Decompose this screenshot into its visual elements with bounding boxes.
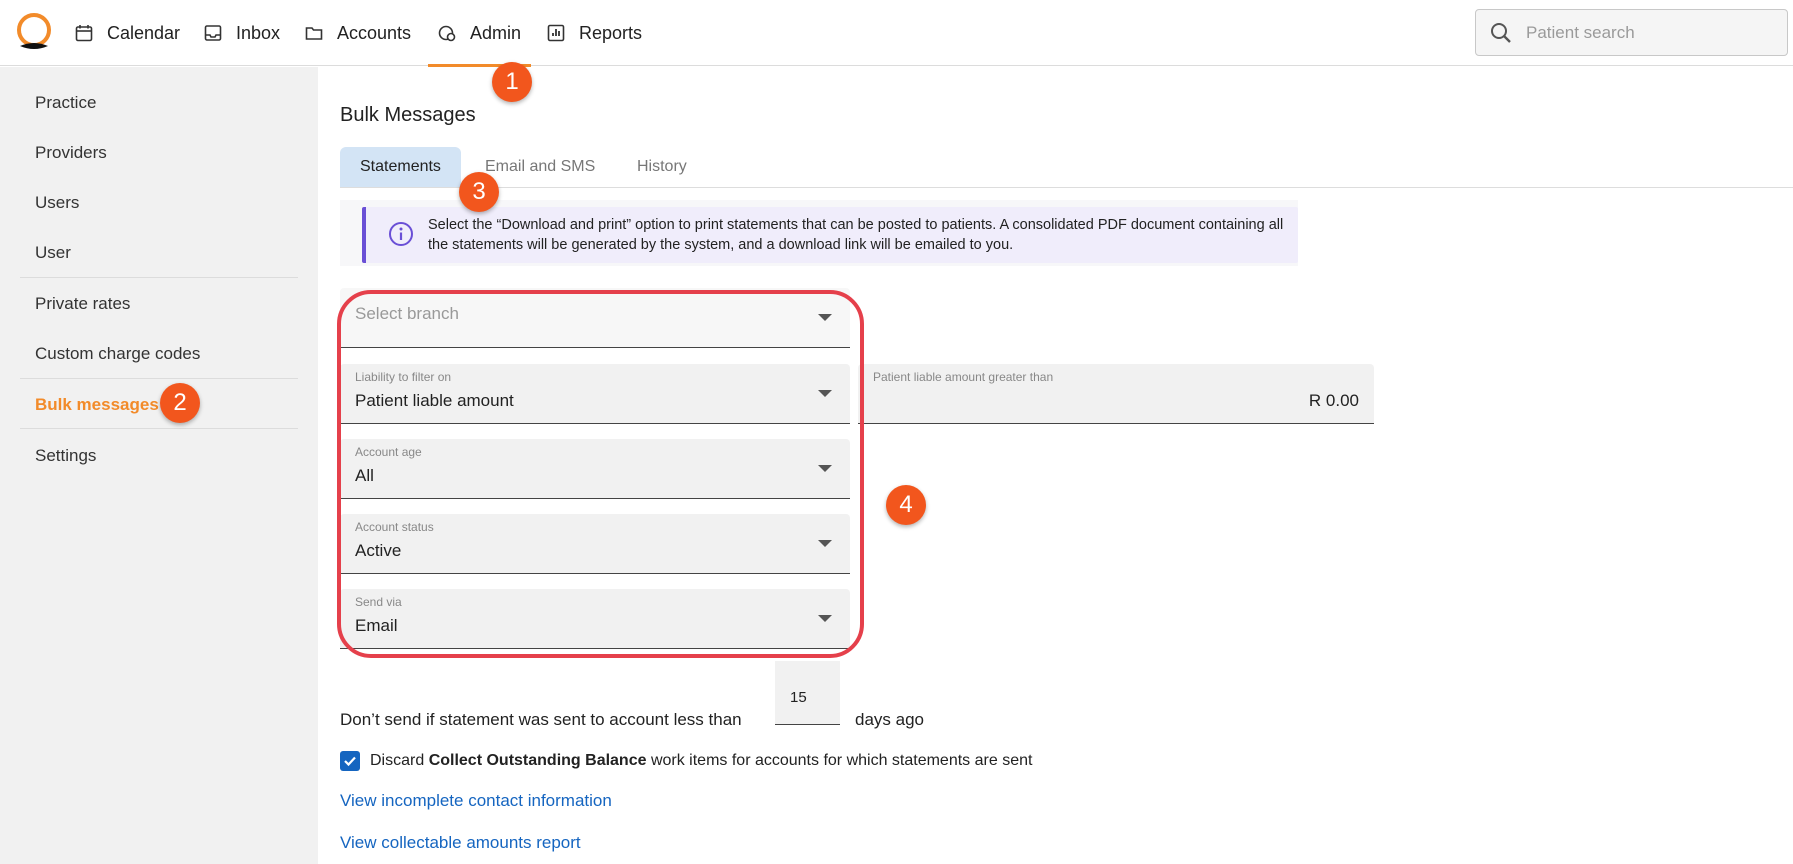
discard-row: Discard Collect Outstanding Balance work… — [340, 751, 1032, 771]
days-prefix: Don’t send if statement was sent to acco… — [340, 710, 742, 729]
inbox-icon — [204, 25, 222, 41]
info-text: Select the “Download and print” option t… — [428, 217, 1284, 253]
liable-amount-value[interactable]: R 0.00 — [1309, 391, 1359, 411]
check-icon — [344, 756, 356, 767]
sidebar-item-practice[interactable]: Practice — [35, 93, 96, 113]
discard-text-bold: Collect Outstanding Balance — [428, 752, 647, 769]
nav-accounts[interactable]: Accounts — [305, 0, 411, 66]
patient-search[interactable] — [1475, 9, 1788, 56]
highlight-frame — [337, 290, 864, 658]
nav-reports[interactable]: Reports — [547, 0, 642, 66]
nav-calendar-label: Calendar — [107, 22, 181, 43]
tabs-divider — [340, 187, 1793, 188]
sidebar-item-user[interactable]: User — [35, 243, 71, 263]
sidebar-item-providers[interactable]: Providers — [35, 143, 107, 163]
sidebar-divider — [20, 277, 298, 278]
nav-admin[interactable]: Admin — [427, 0, 532, 67]
days-input[interactable]: 15 — [775, 661, 840, 725]
annotation-badge-2: 2 — [160, 383, 200, 423]
logo-icon[interactable] — [14, 12, 54, 52]
admin-icon — [438, 25, 456, 42]
annotation-badge-3: 3 — [459, 172, 499, 212]
top-bar: Calendar Inbox Accounts Admin Reports — [0, 0, 1793, 67]
tab-statements[interactable]: Statements — [340, 147, 461, 187]
discard-text-after: work items for accounts for which statem… — [646, 752, 1033, 769]
nav-inbox-label: Inbox — [236, 22, 281, 43]
info-banner: Select the “Download and print” option t… — [362, 207, 1298, 263]
days-suffix: days ago — [855, 710, 924, 729]
sidebar-item-users[interactable]: Users — [35, 193, 79, 213]
patient-search-input[interactable] — [1526, 22, 1766, 43]
info-icon — [389, 222, 413, 246]
nav-reports-label: Reports — [579, 22, 643, 43]
sidebar: Practice Providers Users User Private ra… — [0, 67, 318, 864]
nav-inbox[interactable]: Inbox — [204, 0, 280, 66]
sidebar-item-bulk-messages[interactable]: Bulk messages — [35, 395, 159, 415]
sidebar-item-settings[interactable]: Settings — [35, 446, 96, 466]
page-title: Bulk Messages — [340, 104, 476, 126]
sidebar-divider — [20, 378, 298, 379]
view-incomplete-contact-link[interactable]: View incomplete contact information — [340, 791, 612, 811]
tab-history[interactable]: History — [617, 147, 707, 187]
calendar-icon — [75, 25, 93, 42]
nav-accounts-label: Accounts — [337, 22, 412, 43]
annotation-badge-4: 4 — [886, 485, 926, 525]
nav-calendar[interactable]: Calendar — [75, 0, 180, 66]
discard-checkbox[interactable] — [340, 751, 360, 771]
nav-admin-label: Admin — [470, 22, 522, 43]
liable-amount-input[interactable]: Patient liable amount greater than R 0.0… — [858, 364, 1374, 424]
reports-icon — [547, 24, 565, 42]
view-collectable-amounts-link[interactable]: View collectable amounts report — [340, 833, 581, 853]
liable-amount-label: Patient liable amount greater than — [873, 370, 1054, 384]
discard-text-before: Discard — [370, 752, 429, 769]
search-icon — [1491, 22, 1511, 43]
folder-icon — [305, 27, 323, 40]
sidebar-item-custom-charge-codes[interactable]: Custom charge codes — [35, 344, 200, 364]
annotation-badge-1: 1 — [492, 62, 532, 102]
sidebar-item-private-rates[interactable]: Private rates — [35, 294, 130, 314]
sidebar-divider — [20, 428, 298, 429]
